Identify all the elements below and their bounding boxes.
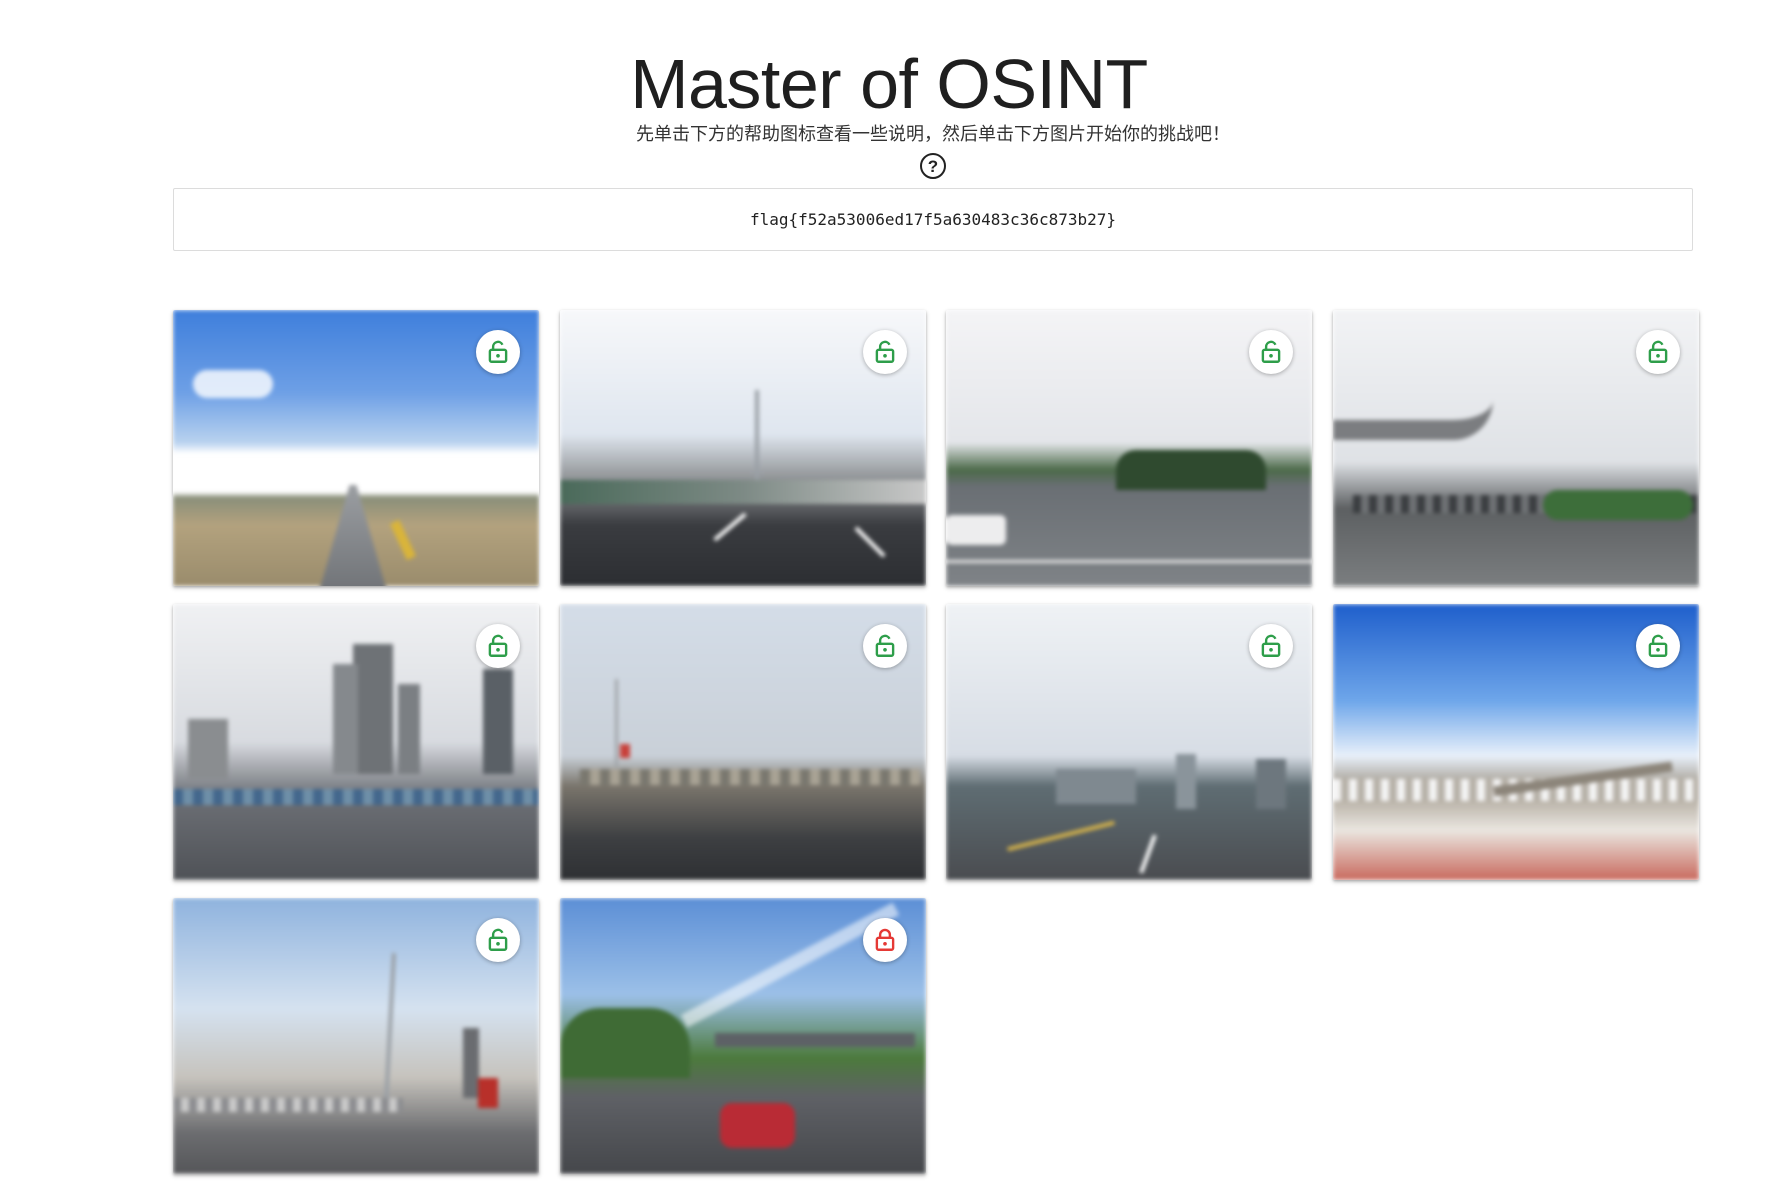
challenge-card-6[interactable] [560, 604, 926, 880]
lock-open-icon [476, 624, 520, 668]
help-icon[interactable]: ? [920, 153, 946, 179]
lock-open-icon [1636, 330, 1680, 374]
challenge-card-3[interactable] [946, 310, 1312, 586]
lock-open-icon [863, 624, 907, 668]
challenge-card-8[interactable] [1333, 604, 1699, 880]
page-title: Master of OSINT [630, 45, 1148, 123]
lock-closed-icon [863, 918, 907, 962]
lock-open-icon [476, 918, 520, 962]
lock-open-icon [1249, 624, 1293, 668]
challenge-card-10[interactable] [560, 898, 926, 1174]
challenge-card-4[interactable] [1333, 310, 1699, 586]
challenge-card-2[interactable] [560, 310, 926, 586]
flag-text: flag{f52a53006ed17f5a630483c36c873b27} [749, 210, 1117, 229]
flag-display: flag{f52a53006ed17f5a630483c36c873b27} [173, 188, 1693, 251]
challenge-card-1[interactable] [173, 310, 539, 586]
challenge-card-5[interactable] [173, 604, 539, 880]
page-subtitle: 先单击下方的帮助图标查看一些说明，然后单击下方图片开始你的挑战吧！ [636, 124, 1230, 144]
lock-open-icon [1636, 624, 1680, 668]
lock-open-icon [863, 330, 907, 374]
lock-open-icon [476, 330, 520, 374]
challenge-card-9[interactable] [173, 898, 539, 1174]
challenge-card-7[interactable] [946, 604, 1312, 880]
page: Master of OSINT 先单击下方的帮助图标查看一些说明，然后单击下方图… [0, 0, 1778, 1192]
lock-open-icon [1249, 330, 1293, 374]
